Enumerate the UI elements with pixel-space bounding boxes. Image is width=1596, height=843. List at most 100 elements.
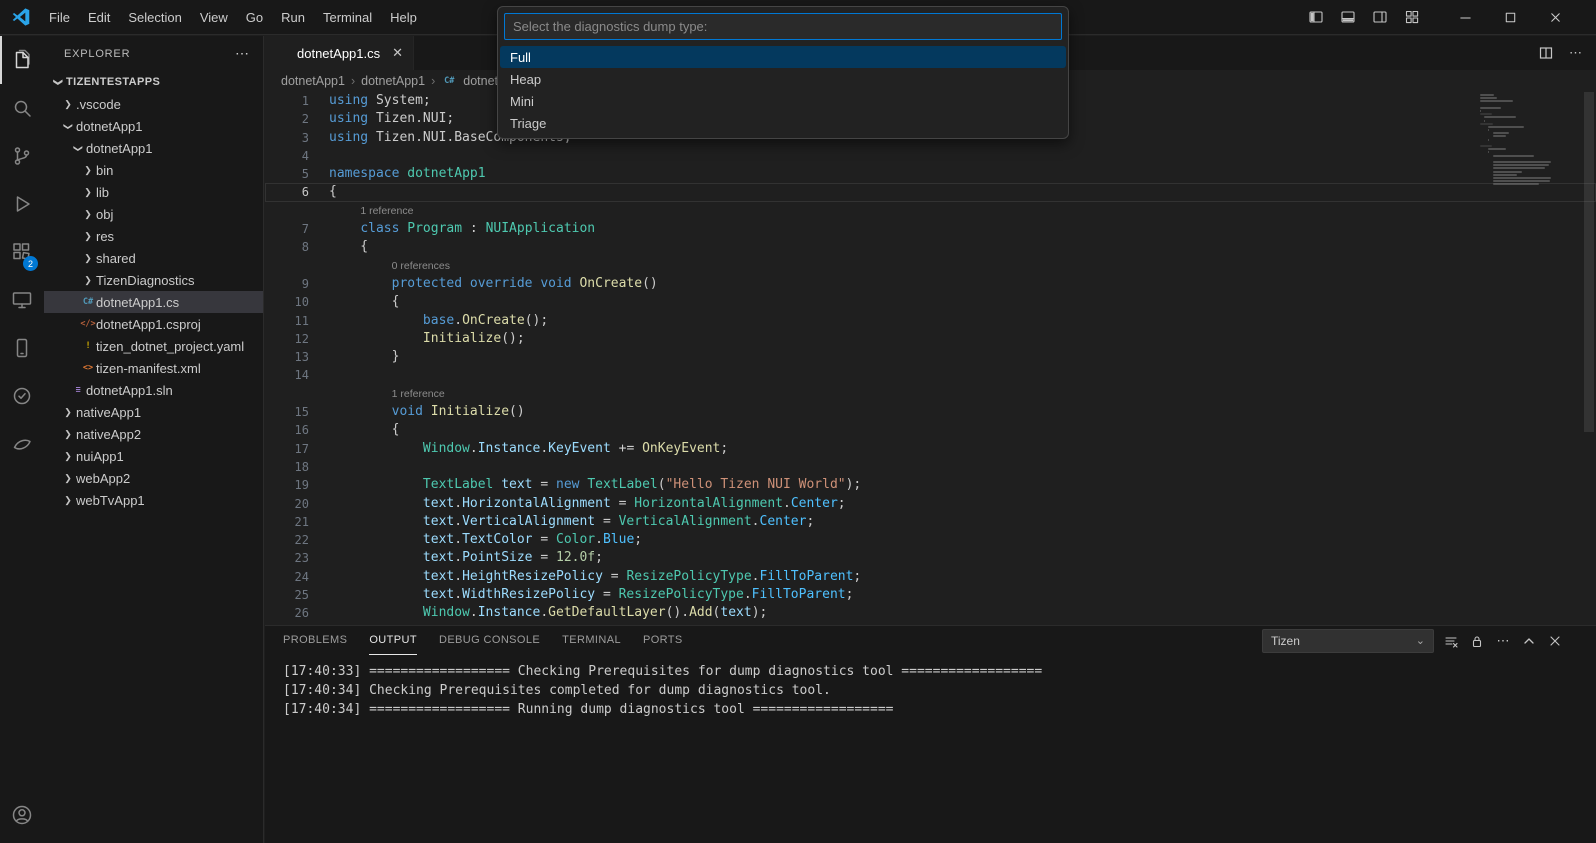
activity-item-source-control[interactable]: [0, 132, 44, 180]
maximize-panel-icon[interactable]: [1518, 630, 1540, 652]
tree-item--vscode[interactable]: ❯.vscode: [44, 93, 263, 115]
minimap-line: [1484, 116, 1516, 118]
menu-go[interactable]: Go: [237, 0, 272, 34]
tree-item-tizendiagnostics[interactable]: ❯TizenDiagnostics: [44, 269, 263, 291]
menu-terminal[interactable]: Terminal: [314, 0, 381, 34]
activity-item-remote-explorer[interactable]: [0, 276, 44, 324]
activity-item-search[interactable]: [0, 84, 44, 132]
tree-item-webapp2[interactable]: ❯webApp2: [44, 467, 263, 489]
customize-layout-icon[interactable]: [1399, 5, 1425, 29]
line-number: 19: [265, 476, 309, 494]
lock-scroll-icon[interactable]: [1466, 630, 1488, 652]
tab-close-icon[interactable]: ✕: [392, 45, 403, 61]
panel-tab-ports[interactable]: PORTS: [643, 626, 683, 655]
quickpick-item-full[interactable]: Full: [500, 46, 1066, 68]
chevron-down-icon: ❯: [50, 77, 66, 88]
tree-item-label: obj: [96, 207, 113, 222]
line-number: 18: [265, 458, 309, 476]
split-editor-icon[interactable]: [1535, 42, 1557, 64]
breadcrumb-item[interactable]: dotnetApp1: [281, 74, 345, 88]
code-line: 24 text.HeightResizePolicy = ResizePolic…: [265, 568, 1596, 586]
tree-item-tizen-dotnet-project-yaml[interactable]: !tizen_dotnet_project.yaml: [44, 335, 263, 357]
minimap[interactable]: [1480, 94, 1580, 186]
code-text: text.HeightResizePolicy = ResizePolicyTy…: [329, 568, 861, 586]
tree-item-res[interactable]: ❯res: [44, 225, 263, 247]
tab-dotnetapp1-cs[interactable]: dotnetApp1.cs ✕: [265, 36, 414, 70]
editor-more-actions-icon[interactable]: ⋯: [1569, 45, 1582, 61]
tree-item-nativeapp2[interactable]: ❯nativeApp2: [44, 423, 263, 445]
menu-file[interactable]: File: [40, 0, 79, 34]
tree-item-dotnetapp1-cs[interactable]: C#dotnetApp1.cs: [44, 291, 263, 313]
quickpick-item-mini[interactable]: Mini: [500, 90, 1066, 112]
tree-item-bin[interactable]: ❯bin: [44, 159, 263, 181]
activity-item-tizen-studio[interactable]: [0, 420, 44, 468]
menu-selection[interactable]: Selection: [119, 0, 190, 34]
maximize-button[interactable]: [1488, 0, 1533, 35]
quickpick-item-triage[interactable]: Triage: [500, 112, 1066, 134]
quickpick-item-heap[interactable]: Heap: [500, 68, 1066, 90]
activity-item-run-and-debug[interactable]: [0, 180, 44, 228]
code-text: text.PointSize = 12.0f;: [329, 549, 603, 567]
tree-item-obj[interactable]: ❯obj: [44, 203, 263, 225]
quick-input-field[interactable]: [513, 19, 1053, 34]
editor-scrollbar[interactable]: [1582, 92, 1596, 625]
minimap-line: [1488, 129, 1489, 131]
code-line: 7 class Program : NUIApplication: [265, 220, 1596, 238]
line-number: 12: [265, 330, 309, 348]
tree-item-label: nuiApp1: [76, 449, 124, 464]
scrollbar-thumb[interactable]: [1584, 92, 1594, 432]
tree-item-webtvapp1[interactable]: ❯webTvApp1: [44, 489, 263, 511]
explorer-more-actions-icon[interactable]: ⋯: [231, 45, 253, 62]
clear-output-icon[interactable]: [1440, 630, 1462, 652]
quick-input-box[interactable]: [504, 13, 1062, 40]
minimap-line: [1493, 177, 1552, 179]
chevron-right-icon: ❯: [60, 429, 76, 440]
output-channel-select[interactable]: Tizen ⌄: [1262, 629, 1434, 653]
minimap-line: [1493, 155, 1534, 157]
codelens-label: 1 reference: [329, 385, 445, 403]
code-text: text.VerticalAlignment = VerticalAlignme…: [329, 513, 814, 531]
menu-view[interactable]: View: [191, 0, 237, 34]
minimap-line: [1493, 135, 1507, 137]
tree-item-tizen-manifest-xml[interactable]: <>tizen-manifest.xml: [44, 357, 263, 379]
panel-tab-terminal[interactable]: TERMINAL: [562, 626, 621, 655]
breadcrumb-item[interactable]: dotnetApp1: [361, 74, 425, 88]
layout-panel-icon[interactable]: [1335, 5, 1361, 29]
minimap-line: [1480, 123, 1493, 125]
tree-item-lib[interactable]: ❯lib: [44, 181, 263, 203]
panel-tab-problems[interactable]: PROBLEMS: [283, 626, 347, 655]
layout-sidebar-left-icon[interactable]: [1303, 5, 1329, 29]
panel-tab-output[interactable]: OUTPUT: [369, 626, 417, 655]
activity-item-account[interactable]: [0, 791, 44, 839]
tree-item-tizentestapps[interactable]: ❯TIZENTESTAPPS: [44, 71, 263, 93]
activity-item-tizen-device-manager[interactable]: [0, 324, 44, 372]
menu-help[interactable]: Help: [381, 0, 426, 34]
activity-item-extensions[interactable]: 2: [0, 228, 44, 276]
panel-tab-debug-console[interactable]: DEBUG CONSOLE: [439, 626, 540, 655]
tree-item-dotnetapp1-sln[interactable]: ≡dotnetApp1.sln: [44, 379, 263, 401]
line-number: 7: [265, 220, 309, 238]
tree-item-dotnetapp1[interactable]: ❯dotnetApp1: [44, 137, 263, 159]
chevron-right-icon: ❯: [60, 495, 76, 506]
activity-item-explorer[interactable]: [0, 36, 44, 84]
activity-item-tizen-certificate-manager[interactable]: [0, 372, 44, 420]
tree-item-dotnetapp1[interactable]: ❯dotnetApp1: [44, 115, 263, 137]
tree-item-nativeapp1[interactable]: ❯nativeApp1: [44, 401, 263, 423]
tree-item-dotnetapp1-csproj[interactable]: </>dotnetApp1.csproj: [44, 313, 263, 335]
activity-bar: 2: [0, 36, 44, 843]
tree-item-label: .vscode: [76, 97, 121, 112]
menu-edit[interactable]: Edit: [79, 0, 119, 34]
line-number: 3: [265, 129, 309, 147]
code-editor[interactable]: 1using System;2using Tizen.NUI;3using Ti…: [265, 92, 1596, 625]
minimize-button[interactable]: [1443, 0, 1488, 35]
close-button[interactable]: [1533, 0, 1578, 35]
quick-input-widget: FullHeapMiniTriage: [497, 6, 1069, 139]
more-actions-icon[interactable]: ⋯: [1492, 630, 1514, 652]
menu-run[interactable]: Run: [272, 0, 314, 34]
close-panel-icon[interactable]: [1544, 630, 1566, 652]
code-line: 23 text.PointSize = 12.0f;: [265, 549, 1596, 567]
tree-item-shared[interactable]: ❯shared: [44, 247, 263, 269]
tree-item-nuiapp1[interactable]: ❯nuiApp1: [44, 445, 263, 467]
layout-sidebar-right-icon[interactable]: [1367, 5, 1393, 29]
menubar: FileEditSelectionViewGoRunTerminalHelp: [40, 0, 426, 34]
